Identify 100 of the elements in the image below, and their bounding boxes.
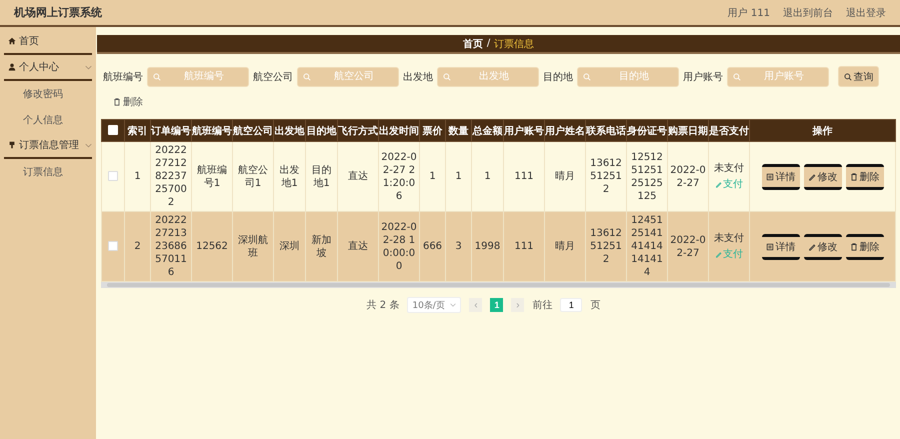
row-action-button[interactable]: 修改 <box>804 164 842 190</box>
pencil-icon <box>808 242 816 250</box>
column-header: 总金额 <box>472 120 504 142</box>
field-label: 目的地 <box>543 70 573 84</box>
row-checkbox[interactable] <box>108 171 118 182</box>
row-checkbox[interactable] <box>108 241 118 252</box>
table-cell: 航空公司1 <box>238 164 268 188</box>
column-header: 用户姓名 <box>544 120 586 142</box>
sidebar-item[interactable]: 首页 <box>0 29 96 53</box>
column-header: 出发地 <box>274 120 306 142</box>
sidebar-item[interactable]: 个人中心 <box>0 55 96 79</box>
table-cell: 深圳航班 <box>238 234 268 258</box>
page-size-select[interactable]: 10条/页 <box>407 297 462 313</box>
table-cell: 125125125125125125 <box>631 152 663 202</box>
total-count: 共 2 条 <box>366 298 400 312</box>
table-cell: 1 <box>429 171 436 182</box>
row-action-button[interactable]: 修改 <box>804 234 842 260</box>
table-cell: 666 <box>422 241 442 252</box>
user-icon <box>8 63 16 71</box>
table-cell: 晴月 <box>555 171 575 182</box>
column-header: 身份证号 <box>626 120 668 142</box>
table-cell: 111 <box>514 171 534 182</box>
table-cell: 2022-02-27 <box>670 164 706 188</box>
row-action-button[interactable]: 详情 <box>762 234 800 260</box>
table-cell: 12562 <box>196 241 228 252</box>
goto-page-field[interactable]: 1 <box>560 298 582 312</box>
header-link[interactable]: 退出到前台 <box>783 6 833 20</box>
table-cell: 13612512512 <box>590 158 622 195</box>
table-cell: 1 <box>484 171 491 182</box>
trash-icon <box>850 242 858 250</box>
field-label: 航班编号 <box>103 70 143 84</box>
search-field[interactable]: 航空公司 <box>297 66 399 86</box>
search-field[interactable]: 航班编号 <box>147 66 249 86</box>
document-icon <box>766 242 774 250</box>
pencil-icon <box>808 172 816 180</box>
field-label: 用户账号 <box>683 70 723 84</box>
table-cell: 航班编号1 <box>197 164 227 188</box>
table-cell: 出发地1 <box>280 164 300 188</box>
row-action-button[interactable]: 删除 <box>846 164 884 190</box>
table-cell: 2022-02-27 21:20:06 <box>381 152 417 202</box>
table-cell: 13612512512 <box>590 228 622 265</box>
table-cell: 3 <box>455 241 462 252</box>
table-cell: 202222721323686570116 <box>155 215 187 278</box>
app-title: 机场网上订票系统 <box>14 5 102 20</box>
header-link[interactable]: 退出登录 <box>846 6 886 20</box>
search-icon <box>733 72 741 80</box>
delete-button[interactable]: 删除 <box>113 95 143 109</box>
user-label: 用户 111 <box>728 6 770 20</box>
breadcrumb-link[interactable]: 订票信息 <box>494 36 534 50</box>
table-cell: 1 <box>455 171 462 182</box>
page-unit: 页 <box>590 299 600 312</box>
search-field[interactable]: 目的地 <box>577 66 679 86</box>
table-cell: 111 <box>514 241 534 252</box>
field-label: 航空公司 <box>253 70 293 84</box>
search-icon <box>583 72 591 80</box>
search-icon <box>443 72 451 80</box>
search-icon <box>844 72 852 80</box>
table-cell: 直达 <box>348 171 368 182</box>
row-action-button[interactable]: 删除 <box>846 234 884 260</box>
sidebar-item[interactable]: 订票信息管理 <box>0 133 96 157</box>
column-header: 航班编号 <box>192 120 232 142</box>
table-cell: 2 <box>134 241 141 252</box>
chevron-icon <box>450 303 456 307</box>
horizontal-scrollbar[interactable] <box>101 282 896 288</box>
table-cell: 1998 <box>474 241 500 252</box>
column-header: 索引 <box>124 120 150 142</box>
breadcrumb-separator: / <box>486 38 490 49</box>
column-header: 飞行方式 <box>338 120 378 142</box>
column-header: 出发时间 <box>378 120 420 142</box>
table-cell: 新加坡 <box>312 234 332 258</box>
search-button[interactable]: 查询 <box>838 66 879 87</box>
home-icon <box>8 37 16 45</box>
search-icon <box>153 72 161 80</box>
pencil-icon <box>715 251 722 258</box>
search-field[interactable]: 出发地 <box>437 66 539 86</box>
table-cell: 2022-02-27 <box>670 234 706 258</box>
trash-icon <box>850 172 858 180</box>
payment-status: 未支付 <box>714 162 744 175</box>
column-header: 航空公司 <box>232 120 274 142</box>
row-action-button[interactable]: 详情 <box>762 164 800 190</box>
sidebar-subitem[interactable]: 修改密码 <box>0 81 96 107</box>
column-header: 是否支付 <box>708 120 750 142</box>
sidebar-subitem[interactable]: 个人信息 <box>0 107 96 133</box>
goto-label: 前往 <box>532 298 552 312</box>
column-header: 票价 <box>420 120 446 142</box>
table-cell: 目的地1 <box>312 164 332 188</box>
trash-icon <box>113 98 121 106</box>
select-all-checkbox[interactable] <box>108 125 118 136</box>
payment-status: 未支付 <box>714 232 744 245</box>
column-header: 联系电话 <box>586 120 626 142</box>
table-cell: 202222721282237257002 <box>155 145 187 208</box>
sidebar-subitem[interactable]: 订票信息 <box>0 159 96 185</box>
breadcrumb-link[interactable]: 首页 <box>462 36 483 50</box>
table-cell: 深圳 <box>280 241 300 252</box>
table-cell: 2022-02-28 10:00:00 <box>381 222 417 272</box>
pencil-icon <box>715 181 722 188</box>
search-icon <box>303 72 311 80</box>
field-label: 出发地 <box>403 70 433 84</box>
column-header: 订单编号 <box>150 120 192 142</box>
search-field[interactable]: 用户账号 <box>727 66 829 86</box>
